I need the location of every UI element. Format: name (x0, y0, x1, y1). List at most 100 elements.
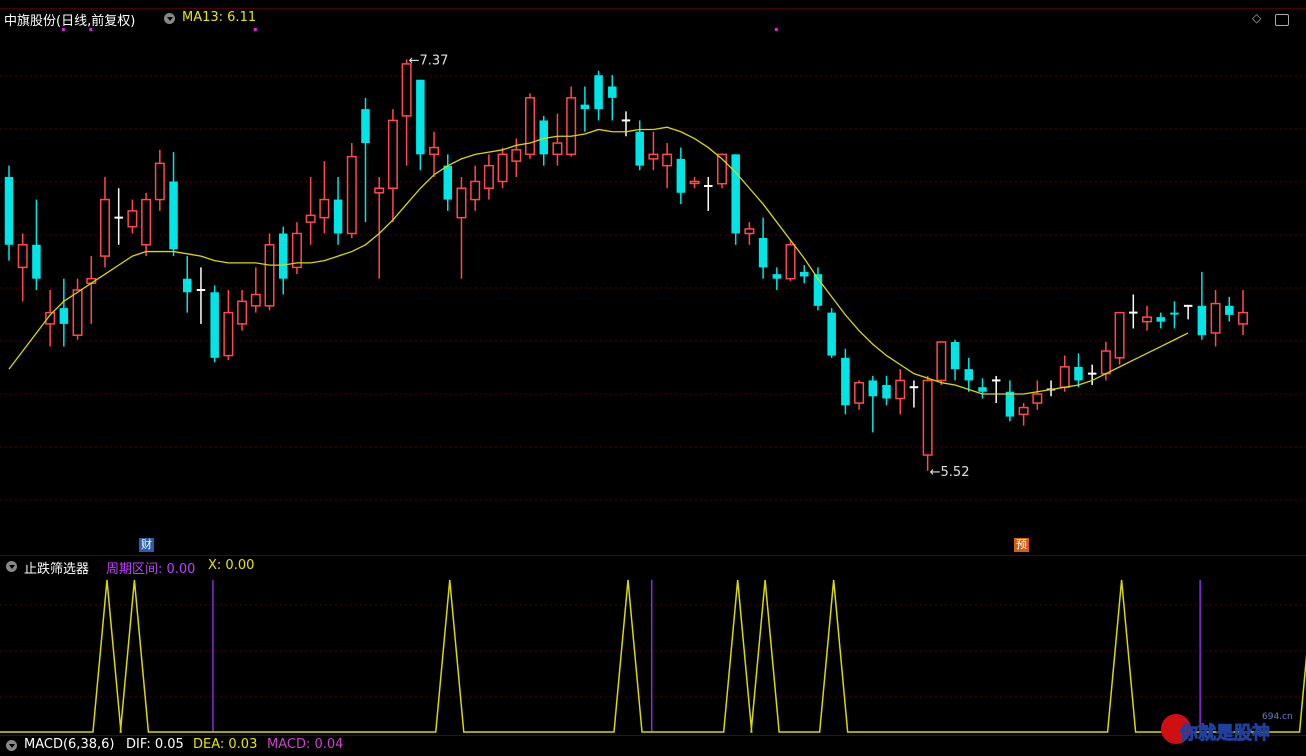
candle[interactable] (950, 339, 960, 381)
indicator-param-x: X: 0.00 (208, 558, 255, 573)
candle[interactable] (621, 111, 631, 137)
candle[interactable] (868, 375, 878, 433)
candle[interactable] (608, 75, 617, 121)
candle[interactable] (223, 290, 234, 361)
candle[interactable] (744, 222, 755, 245)
macd-value: MACD: 0.04 (267, 737, 344, 752)
candle[interactable] (416, 79, 425, 171)
candle[interactable] (922, 375, 933, 471)
candle[interactable] (237, 290, 248, 331)
candle[interactable] (936, 341, 947, 385)
top-marker (61, 28, 65, 31)
candle[interactable] (210, 285, 219, 363)
candle[interactable] (319, 161, 330, 234)
candle[interactable] (1237, 290, 1249, 336)
candle[interactable] (1225, 296, 1234, 322)
candle[interactable] (1142, 305, 1153, 331)
financial-report-badge[interactable]: 财 (139, 538, 154, 552)
candle[interactable] (1114, 311, 1125, 365)
candle[interactable] (182, 256, 192, 313)
candlestick-chart[interactable]: ←7.37 ←5.52 (0, 0, 1306, 556)
macd-name[interactable]: MACD(6,38,6) (24, 737, 114, 752)
candle[interactable] (59, 278, 69, 347)
candle[interactable] (991, 375, 1001, 404)
candle[interactable] (731, 154, 740, 245)
candle[interactable] (470, 165, 481, 211)
chevron-down-icon[interactable] (6, 561, 17, 572)
candle[interactable] (1074, 353, 1083, 388)
signal-chart[interactable] (0, 575, 1306, 735)
candle[interactable] (1170, 301, 1179, 329)
candle[interactable] (483, 154, 494, 200)
candle[interactable] (1129, 294, 1138, 329)
candle[interactable] (676, 147, 686, 205)
candle[interactable] (1210, 290, 1221, 347)
candle[interactable] (169, 152, 178, 257)
candle[interactable] (552, 113, 563, 166)
candle[interactable] (497, 147, 508, 189)
candle[interactable] (429, 131, 440, 177)
candle[interactable] (539, 115, 548, 166)
candle[interactable] (127, 199, 138, 234)
candle[interactable] (964, 357, 974, 392)
candle[interactable] (772, 267, 782, 290)
candle[interactable] (456, 176, 467, 279)
candle[interactable] (4, 165, 14, 261)
candle[interactable] (346, 143, 357, 238)
candle[interactable] (374, 176, 385, 279)
watermark-text: 你就是股神 (1179, 722, 1270, 744)
candle[interactable] (594, 70, 603, 121)
macd-header: MACD(6,38,6) DIF: 0.05 DEA: 0.03 MACD: 0… (0, 736, 1306, 756)
macd-dea: DEA: 0.03 (193, 737, 258, 752)
candle[interactable] (250, 267, 261, 313)
candle[interactable] (827, 308, 836, 358)
candle[interactable] (1005, 380, 1015, 422)
top-marker (253, 28, 257, 31)
candle[interactable] (580, 86, 590, 132)
candle[interactable] (154, 149, 165, 211)
candle[interactable] (361, 97, 370, 223)
candle[interactable] (525, 93, 536, 159)
candle[interactable] (689, 176, 700, 189)
candle[interactable] (141, 192, 152, 257)
candle[interactable] (662, 143, 673, 189)
candle[interactable] (799, 265, 809, 284)
forecast-badge[interactable]: 预 (1014, 538, 1029, 552)
candle[interactable] (635, 120, 644, 171)
candle[interactable] (32, 199, 41, 290)
candle[interactable] (785, 240, 796, 281)
candle[interactable] (978, 378, 987, 399)
chevron-down-icon[interactable] (6, 740, 17, 751)
candle[interactable] (1183, 304, 1193, 320)
candle[interactable] (99, 176, 110, 268)
candle[interactable] (648, 131, 659, 171)
candle[interactable] (1032, 380, 1043, 410)
candle[interactable] (895, 369, 906, 415)
indicator-header: 止跌筛选器 周期区间: 0.00 X: 0.00 (0, 557, 1306, 577)
watermark-logo: 你就是股神 694.cn (1161, 712, 1293, 744)
ma13-line (8, 126, 1189, 395)
candle[interactable] (387, 109, 398, 223)
watermark-site: 694.cn (1262, 712, 1293, 722)
candle[interactable] (264, 233, 275, 311)
candle[interactable] (1197, 271, 1207, 340)
candle[interactable] (1018, 403, 1029, 426)
candle[interactable] (196, 267, 206, 324)
candle[interactable] (114, 188, 123, 245)
candle[interactable] (291, 222, 302, 275)
candle[interactable] (882, 375, 891, 406)
candle[interactable] (86, 256, 97, 324)
high-price-label: ←7.37 (409, 53, 449, 68)
candle[interactable] (401, 59, 412, 166)
candle[interactable] (758, 217, 768, 279)
candle[interactable] (443, 154, 453, 211)
low-price-label: ←5.52 (930, 465, 970, 480)
candle[interactable] (841, 348, 850, 415)
top-marker (89, 28, 93, 31)
candle[interactable] (1156, 312, 1165, 329)
candle[interactable] (305, 176, 316, 245)
candle[interactable] (854, 380, 865, 410)
candle[interactable] (17, 233, 28, 302)
candle[interactable] (278, 226, 288, 295)
candle[interactable] (566, 86, 577, 157)
